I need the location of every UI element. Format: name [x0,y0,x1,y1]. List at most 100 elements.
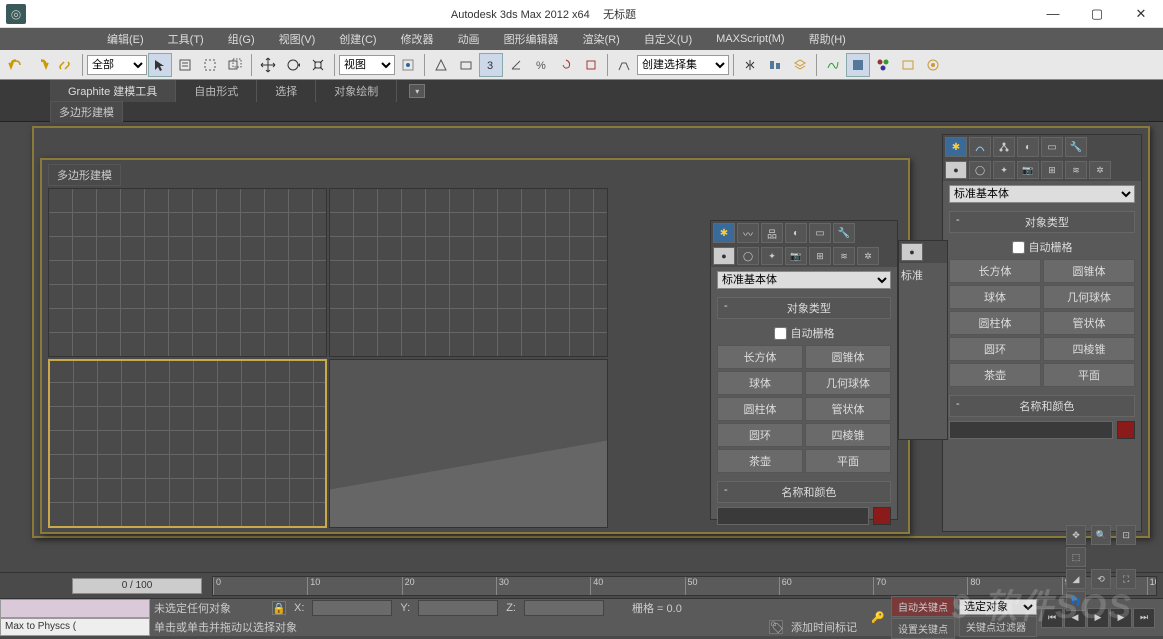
graphite-tab-paint[interactable]: 对象绘制 [316,80,397,102]
render-icon[interactable] [921,53,945,77]
select-by-name-icon[interactable] [173,53,197,77]
snap-toggle-icon[interactable]: 3 [479,53,503,77]
script-macro-button[interactable]: Max to Physcs ( [0,618,150,637]
utilities-tab-icon-2[interactable]: 🔧 [833,223,855,243]
display-tab-icon[interactable]: ▭ [1041,137,1063,157]
graphite-tab-freeform[interactable]: 自由形式 [176,80,257,102]
render-setup-icon[interactable] [896,53,920,77]
viewport-left[interactable] [48,359,327,528]
object-name-input[interactable] [949,421,1113,439]
menu-animation[interactable]: 动画 [446,28,492,50]
systems-subtab-icon-2[interactable]: ✲ [857,247,879,265]
script-mini-listener[interactable] [0,599,150,618]
torus-button-2[interactable]: 圆环 [717,423,803,447]
modify-tab-icon[interactable] [969,137,991,157]
pyramid-button-2[interactable]: 四棱锥 [805,423,891,447]
pyramid-button[interactable]: 四棱锥 [1043,337,1135,361]
spinner-snap-icon[interactable] [554,53,578,77]
menu-create[interactable]: 创建(C) [327,28,388,50]
sphere-button[interactable]: 球体 [949,285,1041,309]
viewport-front[interactable] [329,188,608,357]
menu-graph-editors[interactable]: 图形编辑器 [492,28,571,50]
mirror-icon[interactable] [738,53,762,77]
walk-through-icon[interactable]: 👣 [1066,591,1086,611]
cylinder-button[interactable]: 圆柱体 [949,311,1041,335]
y-coord-input[interactable] [418,600,498,616]
teapot-button-2[interactable]: 茶壶 [717,449,803,473]
menu-tools[interactable]: 工具(T) [156,28,216,50]
select-object-icon[interactable] [148,53,172,77]
graphite-tab-selection[interactable]: 选择 [257,80,316,102]
keyboard-shortcut-icon[interactable] [454,53,478,77]
geosphere-button[interactable]: 几何球体 [1043,285,1135,309]
key-mode-dropdown[interactable]: 选定对象 [959,599,1037,615]
motion-tab-icon[interactable]: ◐ [1017,137,1039,157]
geometry-category-dropdown-2[interactable]: 标准基本体 [717,271,891,289]
geometry-subtab-peek[interactable]: ● [901,243,923,261]
zoom-extents-icon[interactable]: ⊡ [1116,525,1136,545]
menu-modifiers[interactable]: 修改器 [389,28,446,50]
geometry-subtab-icon[interactable]: ● [945,161,967,179]
scale-icon[interactable] [306,53,330,77]
time-ruler[interactable]: 0 10 20 30 40 50 60 70 80 90 100 [212,576,1157,596]
undo-icon[interactable] [4,53,28,77]
z-coord-input[interactable] [524,600,604,616]
viewport-perspective[interactable] [329,359,608,528]
create-tab-icon[interactable]: ✱ [945,137,967,157]
plane-button[interactable]: 平面 [1043,363,1135,387]
cone-button-2[interactable]: 圆锥体 [805,345,891,369]
floating-panel-mid[interactable]: 多边形建模 ✱ 〰 品 ◐ ▭ 🔧 ● ◯ ✦ 📷 ⊞ [40,158,910,534]
key-filters-button[interactable]: 关键点过滤器 [959,616,1037,637]
geometry-subtab-icon-2[interactable]: ● [713,247,735,265]
cameras-subtab-icon[interactable]: 📷 [1017,161,1039,179]
teapot-button[interactable]: 茶壶 [949,363,1041,387]
lights-subtab-icon[interactable]: ✦ [993,161,1015,179]
helpers-subtab-icon[interactable]: ⊞ [1041,161,1063,179]
zoom-icon[interactable]: 🔍 [1091,525,1111,545]
time-tag-icon[interactable]: 🏷 [769,620,783,634]
pan-view-icon[interactable]: ✥ [1066,525,1086,545]
tube-button-2[interactable]: 管状体 [805,397,891,421]
align-icon[interactable] [763,53,787,77]
create-tab-icon-2[interactable]: ✱ [713,223,735,243]
geosphere-button-2[interactable]: 几何球体 [805,371,891,395]
utilities-tab-icon[interactable]: 🔧 [1065,137,1087,157]
lights-subtab-icon-2[interactable]: ✦ [761,247,783,265]
window-crossing-icon[interactable] [223,53,247,77]
menu-group[interactable]: 组(G) [216,28,267,50]
edit-named-sel-icon[interactable] [579,53,603,77]
menu-help[interactable]: 帮助(H) [797,28,858,50]
selection-filter-dropdown[interactable]: 全部 [87,55,147,75]
modify-tab-icon-2[interactable]: 〰 [737,223,759,243]
x-coord-input[interactable] [312,600,392,616]
viewport-top[interactable] [48,188,327,357]
name-color-rollout[interactable]: -名称和颜色 [949,395,1135,417]
named-sel-edit-icon[interactable] [612,53,636,77]
hierarchy-tab-icon-2[interactable]: 品 [761,223,783,243]
object-type-rollout-2[interactable]: -对象类型 [717,297,891,319]
next-frame-icon[interactable]: ▶ [1110,608,1132,628]
lock-selection-icon[interactable]: 🔒 [272,601,286,615]
ribbon-pin-icon[interactable]: ▾ [409,84,425,98]
spacewarps-subtab-icon[interactable]: ≋ [1065,161,1087,179]
orbit-icon[interactable]: ⟲ [1091,569,1111,589]
helpers-subtab-icon-2[interactable]: ⊞ [809,247,831,265]
object-color-swatch[interactable] [1117,421,1135,439]
goto-end-icon[interactable]: ⏭ [1133,608,1155,628]
menu-edit[interactable]: 编辑(E) [95,28,156,50]
box-button[interactable]: 长方体 [949,259,1041,283]
redo-icon[interactable] [29,53,53,77]
schematic-view-icon[interactable] [846,53,870,77]
shapes-subtab-icon-2[interactable]: ◯ [737,247,759,265]
spacewarps-subtab-icon-2[interactable]: ≋ [833,247,855,265]
name-color-rollout-2[interactable]: -名称和颜色 [717,481,891,503]
layers-icon[interactable] [788,53,812,77]
plane-button-2[interactable]: 平面 [805,449,891,473]
reference-coord-dropdown[interactable]: 视图 [339,55,395,75]
percent-snap-icon[interactable]: % [529,53,553,77]
use-pivot-icon[interactable] [396,53,420,77]
poly-modeling-button[interactable]: 多边形建模 [50,101,123,123]
select-region-icon[interactable] [198,53,222,77]
goto-start-icon[interactable]: ⏮ [1041,608,1063,628]
time-slider[interactable]: 0 / 100 [72,578,202,594]
